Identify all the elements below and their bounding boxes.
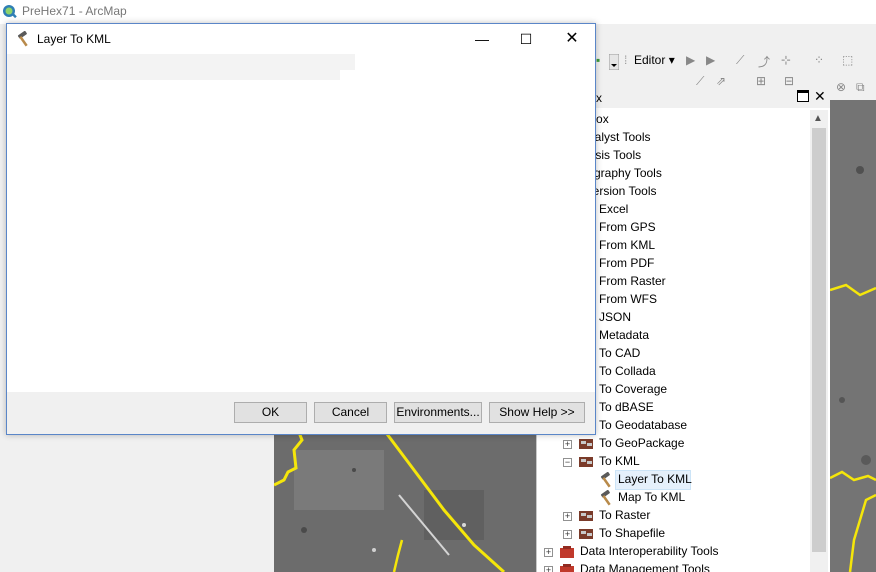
expand-icon[interactable]: + xyxy=(563,512,572,521)
tree-item-label: To dBASE xyxy=(599,400,654,414)
map-imagery xyxy=(830,100,876,572)
scroll-up-icon[interactable]: ▲ xyxy=(813,113,823,124)
clear-icon[interactable]: ⊗ xyxy=(836,80,846,94)
tree-item-label: To KML xyxy=(599,454,640,468)
hammer-icon xyxy=(17,31,28,47)
vertex-tool-icon[interactable]: ⟋ xyxy=(696,74,704,89)
map-canvas[interactable] xyxy=(274,430,536,572)
polygon-tool-icon[interactable]: ⬚ xyxy=(842,53,853,67)
minimize-button[interactable]: — xyxy=(459,24,505,54)
tree-item-label: To Collada xyxy=(599,364,656,378)
arcmap-globe-icon xyxy=(3,5,17,19)
tree-item-label: To Shapefile xyxy=(599,526,666,540)
panel-title: x xyxy=(596,91,602,105)
collapse-icon[interactable]: − xyxy=(563,458,572,467)
expand-icon[interactable]: + xyxy=(563,530,572,539)
loading-placeholder xyxy=(340,54,355,70)
toolset-icon xyxy=(579,457,593,467)
ok-button[interactable]: OK xyxy=(234,402,307,423)
tree-item-label: To Geodatabase xyxy=(599,418,688,432)
hammer-icon xyxy=(600,472,611,488)
app-titlebar: PreHex71 - ArcMap xyxy=(0,0,876,24)
tree-item-label: To CAD xyxy=(599,346,641,360)
reshape-tool-icon[interactable]: ⇗ xyxy=(716,74,726,88)
tree-item-label: Excel xyxy=(599,202,629,216)
tree-item-label: From KML xyxy=(599,238,656,252)
hammer-icon xyxy=(600,490,611,506)
tree-item-label: From PDF xyxy=(599,256,655,270)
toolbox-icon xyxy=(560,546,574,558)
tree-item-label: From Raster xyxy=(599,274,666,288)
expand-icon[interactable]: + xyxy=(544,548,553,557)
dialog-parameters-area xyxy=(7,54,595,392)
map-imagery xyxy=(274,430,536,572)
toolbar-dropdown-icon[interactable] xyxy=(609,54,619,70)
tree-item-label: To GeoPackage xyxy=(599,436,685,450)
expand-icon[interactable]: + xyxy=(563,440,572,449)
edit-tool-icon[interactable]: ▶ xyxy=(686,53,695,67)
tree-item-label: From WFS xyxy=(599,292,657,306)
tree-item-label: Data Interoperability Tools xyxy=(580,544,719,558)
panel-close-icon[interactable]: ✕ xyxy=(814,88,826,105)
tree-item-label: From GPS xyxy=(599,220,656,234)
toolbar-icon[interactable]: ▪ xyxy=(596,53,600,67)
auto-hide-icon[interactable] xyxy=(797,90,809,102)
map-canvas-right[interactable] xyxy=(830,100,876,572)
tree-item-label: Data Management Tools xyxy=(580,562,710,572)
toolset-icon xyxy=(579,439,593,449)
dialog-titlebar[interactable]: Layer To KML — ☐ ✕ xyxy=(7,24,595,54)
tree-item-label: Map To KML xyxy=(618,490,686,504)
editor-menu[interactable]: Editor ▾ xyxy=(634,53,675,67)
scroll-thumb[interactable] xyxy=(812,128,826,552)
expand-icon[interactable]: + xyxy=(544,566,553,572)
dialog-title: Layer To KML xyxy=(37,32,111,46)
edit-annotation-icon[interactable]: ▶ xyxy=(706,53,715,67)
tree-item[interactable]: Layer To KML xyxy=(615,470,692,490)
show-help-button[interactable]: Show Help >> xyxy=(489,402,585,423)
maximize-button[interactable]: ☐ xyxy=(503,24,549,54)
map-tools-strip: ⊗ ⧉ xyxy=(830,78,876,100)
arcmap-window: PreHex71 - ArcMap ▪ ⁞ ▶ ▶ ⟋ ⤴ ⊹ ⁘ ⬚ Edit… xyxy=(0,0,876,572)
tree-item-label: To Raster xyxy=(599,508,651,522)
cancel-button[interactable]: Cancel xyxy=(314,402,387,423)
close-button[interactable]: ✕ xyxy=(549,24,595,54)
toolset-icon xyxy=(579,511,593,521)
loading-placeholder xyxy=(7,54,340,80)
split-tool-icon[interactable]: ⊟ xyxy=(784,74,794,88)
point-tool-icon[interactable]: ⊹ xyxy=(781,53,791,67)
arc-segment-icon[interactable]: ⤴ xyxy=(758,53,770,70)
tree-item-label: Layer To KML xyxy=(618,472,692,486)
environments-button[interactable]: Environments... xyxy=(394,402,482,423)
tree-item-label: Metadata xyxy=(599,328,650,342)
layer-to-kml-dialog: Layer To KML — ☐ ✕ OK Cancel Environment… xyxy=(6,23,596,435)
copy-icon[interactable]: ⧉ xyxy=(856,80,865,95)
toolbox-icon xyxy=(560,564,574,572)
tree-item-label: To Coverage xyxy=(599,382,668,396)
toolbar-grip: ⁞ xyxy=(624,53,628,67)
snap-icon[interactable]: ⁘ xyxy=(814,53,824,67)
app-title: PreHex71 - ArcMap xyxy=(22,4,127,18)
straight-segment-icon[interactable]: ⟋ xyxy=(736,53,744,68)
toolset-icon xyxy=(579,529,593,539)
tree-item-label: JSON xyxy=(599,310,632,324)
cut-polygon-icon[interactable]: ⊞ xyxy=(756,74,766,88)
